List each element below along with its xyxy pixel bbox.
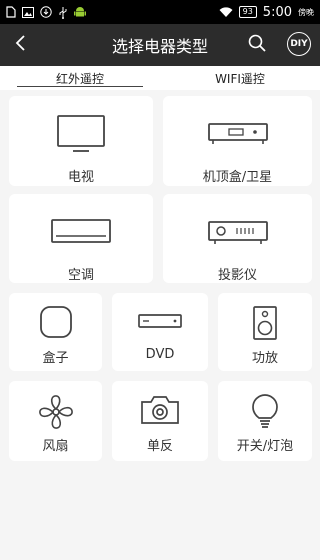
page-title: 选择电器类型 <box>111 37 208 56</box>
speaker-icon <box>218 305 312 341</box>
sim-icon <box>6 6 16 18</box>
device-card-tv[interactable]: 电视 <box>9 96 153 186</box>
device-card-projector[interactable]: 投影仪 <box>163 194 312 283</box>
status-bar-system: 93 5:00 傍晚 <box>219 5 314 20</box>
device-label: 盒子 <box>42 351 69 366</box>
download-icon <box>40 6 52 18</box>
box-icon <box>9 305 102 339</box>
tab-infrared[interactable]: 红外遥控 <box>0 66 160 90</box>
device-card-settop-box[interactable]: 机顶盒/卫星 <box>163 96 312 186</box>
chevron-left-icon <box>15 35 27 55</box>
device-label: 开关/灯泡 <box>236 439 294 454</box>
carrier-label: 傍晚 <box>298 7 314 17</box>
device-label: 投影仪 <box>217 268 257 283</box>
tab-wifi[interactable]: WIFI遥控 <box>160 66 320 90</box>
status-bar: 93 5:00 傍晚 <box>0 0 320 24</box>
camera-icon <box>112 393 208 427</box>
device-label: 电视 <box>67 170 94 185</box>
device-card-fan[interactable]: 风扇 <box>9 381 102 461</box>
projector-icon <box>163 212 312 252</box>
device-card-dvd[interactable]: DVD <box>112 293 208 371</box>
usb-icon <box>58 6 68 19</box>
diy-button[interactable]: DIY <box>287 32 311 56</box>
fan-icon <box>9 393 102 431</box>
bulb-icon <box>218 393 312 431</box>
device-label: 机顶盒/卫星 <box>202 170 273 185</box>
air-conditioner-icon <box>9 212 153 252</box>
android-icon <box>74 6 86 19</box>
device-card-box[interactable]: 盒子 <box>9 293 102 371</box>
device-label: 单反 <box>146 439 173 454</box>
device-label: DVD <box>145 347 175 362</box>
settop-box-icon <box>163 114 312 154</box>
tv-icon <box>9 114 153 154</box>
back-button[interactable] <box>0 24 42 66</box>
device-label: 空调 <box>67 268 94 283</box>
image-notification-icon <box>22 6 34 18</box>
search-icon <box>248 34 266 56</box>
status-bar-notifications <box>6 6 86 19</box>
device-card-amplifier[interactable]: 功放 <box>218 293 312 371</box>
remote-type-tabs: 红外遥控 WIFI遥控 <box>0 66 320 90</box>
app-bar: 选择电器类型 DIY <box>0 24 320 66</box>
device-label: 风扇 <box>42 439 69 454</box>
wifi-icon <box>219 6 233 18</box>
device-card-air-conditioner[interactable]: 空调 <box>9 194 153 283</box>
search-button[interactable] <box>244 32 270 58</box>
battery-indicator: 93 <box>238 6 257 18</box>
device-label: 功放 <box>251 351 278 366</box>
clock: 5:00 <box>262 4 292 20</box>
device-card-camera[interactable]: 单反 <box>112 381 208 461</box>
dvd-icon <box>112 305 208 339</box>
device-card-switch-bulb[interactable]: 开关/灯泡 <box>218 381 312 461</box>
